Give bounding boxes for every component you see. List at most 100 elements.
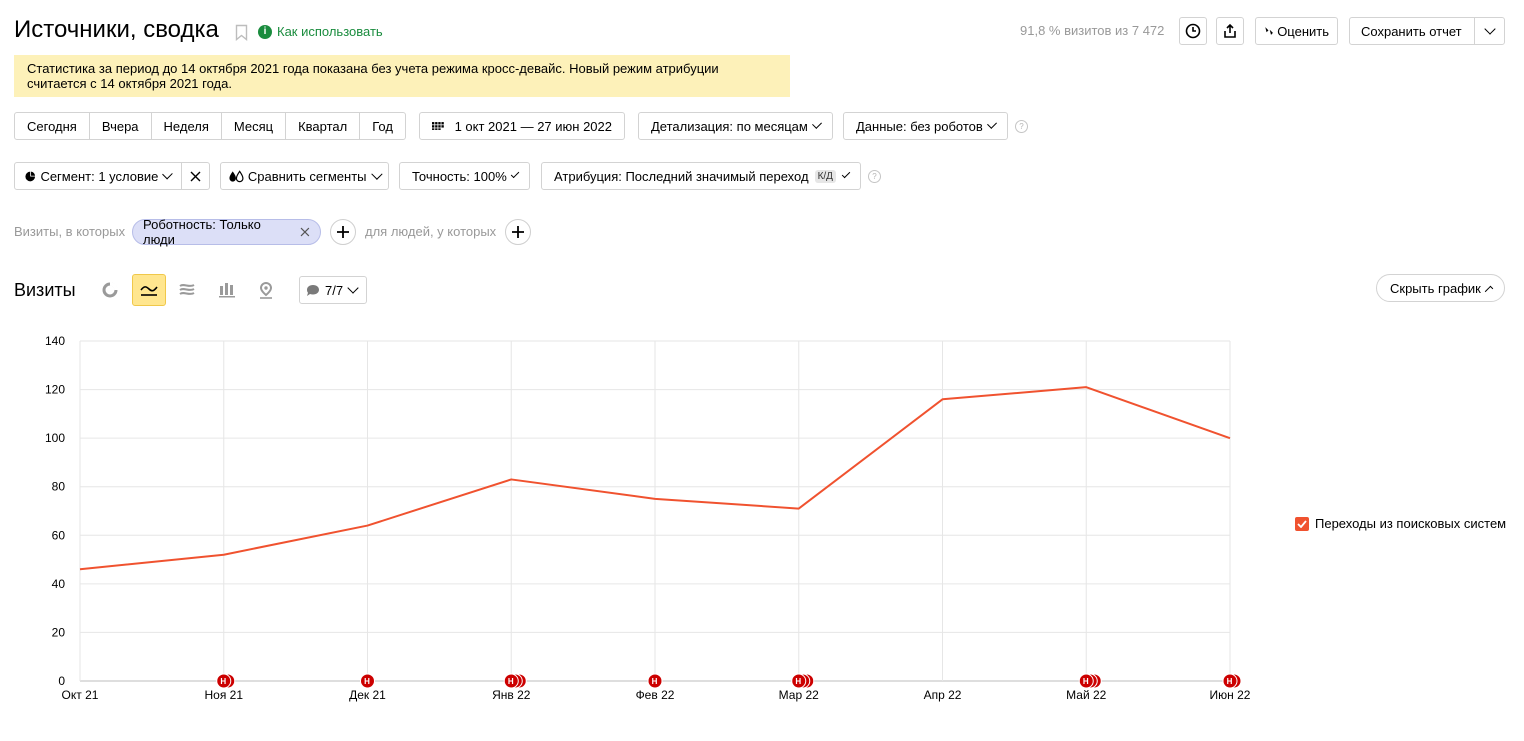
chevron-down-icon (841, 169, 851, 179)
x-tick-label: Июн 22 (1210, 688, 1251, 702)
rate-label: Оценить (1277, 23, 1329, 39)
data-select[interactable]: Данные: без роботов (843, 112, 1008, 140)
x-tick-label: Окт 21 (62, 688, 99, 702)
attribution-select[interactable]: Атрибуция: Последний значимый переход К/… (541, 162, 861, 190)
data-label: Данные: без роботов (856, 118, 983, 134)
chevron-down-icon (986, 118, 997, 130)
date-range-label: 1 окт 2021 — 27 июн 2022 (454, 118, 612, 134)
help-icon[interactable]: ? (868, 170, 881, 183)
annotation-marker-label: Н (1083, 677, 1089, 686)
pie-chart-icon (102, 282, 118, 298)
export-button[interactable] (1216, 17, 1244, 45)
x-tick-label: Фев 22 (636, 688, 675, 702)
tab-yesterday[interactable]: Вчера (90, 113, 152, 139)
chevron-down-icon (347, 282, 359, 294)
chart-type-area-button[interactable] (177, 280, 197, 300)
x-tick-label: Ноя 21 (204, 688, 243, 702)
hide-chart-button[interactable]: Скрыть график (1376, 274, 1505, 302)
save-report-dropdown[interactable] (1474, 17, 1505, 45)
for-people-label: для людей, у которых (365, 224, 497, 239)
hide-chart-label: Скрыть график (1390, 280, 1481, 296)
how-to-use-link[interactable]: i Как использовать (258, 24, 383, 39)
compare-segments-label: Сравнить сегменты (247, 168, 367, 184)
rate-button[interactable]: Оценить (1255, 17, 1338, 45)
pie-icon (25, 171, 36, 181)
y-tick-label: 80 (52, 480, 66, 494)
tab-today[interactable]: Сегодня (15, 113, 90, 139)
chart-type-bar-button[interactable] (217, 280, 237, 300)
save-report-label: Сохранить отчет (1361, 23, 1462, 39)
annotations-label: 7/7 (325, 282, 344, 298)
comment-icon (307, 284, 319, 296)
attribution-label: Атрибуция: Последний значимый переход (554, 168, 809, 184)
accuracy-label: Точность: 100% (412, 168, 507, 184)
detail-select[interactable]: Детализация: по месяцам (638, 112, 833, 140)
period-tabs: Сегодня Вчера Неделя Месяц Квартал Год (14, 112, 406, 140)
annotation-marker-label: Н (795, 677, 801, 686)
checkbox-checked-icon[interactable] (1295, 516, 1309, 531)
notice-line-1: Статистика за период до 14 октября 2021 … (27, 61, 719, 76)
accuracy-select[interactable]: Точность: 100% (399, 162, 530, 190)
annotations-select[interactable]: 7/7 (299, 276, 367, 304)
help-icon[interactable]: ? (1015, 120, 1028, 133)
robot-condition-chip[interactable]: Роботность: Только люди (132, 217, 321, 247)
chevron-down-icon (1483, 23, 1496, 35)
legend-label: Переходы из поисковых систем (1315, 516, 1507, 531)
legend-item[interactable]: Переходы из поисковых систем (1295, 516, 1506, 531)
date-range-button[interactable]: 1 окт 2021 — 27 июн 2022 (419, 112, 625, 140)
bookmark-icon[interactable] (235, 24, 248, 41)
y-tick-label: 120 (45, 383, 65, 397)
annotation-marker-label: Н (508, 677, 514, 686)
annotation-marker-label: Н (364, 677, 370, 686)
add-people-condition-button[interactable] (505, 219, 531, 245)
x-tick-label: Мар 22 (779, 688, 819, 702)
segment-clear-button[interactable] (181, 162, 210, 190)
chevron-down-icon (162, 168, 173, 180)
y-tick-label: 0 (58, 674, 65, 688)
tab-week[interactable]: Неделя (152, 113, 222, 139)
plus-icon (512, 226, 524, 238)
share-icon (1224, 23, 1236, 38)
area-chart-icon (179, 284, 195, 295)
segment-select[interactable]: Сегмент: 1 условие (14, 162, 182, 190)
y-tick-label: 40 (52, 577, 66, 591)
clock-icon (1185, 23, 1201, 39)
tab-year[interactable]: Год (360, 113, 405, 139)
attribution-badge: К/Д (814, 169, 836, 183)
save-report-button[interactable]: Сохранить отчет (1349, 17, 1475, 45)
how-to-use-label: Как использовать (277, 24, 383, 39)
close-icon[interactable] (300, 227, 310, 237)
robot-condition-label: Роботность: Только люди (143, 217, 261, 247)
info-icon: i (258, 24, 272, 39)
map-pin-icon (259, 281, 273, 299)
close-icon (190, 171, 201, 181)
chart-type-line-button[interactable] (132, 274, 166, 306)
rate-icon (1265, 27, 1273, 35)
chart-type-map-button[interactable] (256, 280, 276, 300)
compare-segments-select[interactable]: Сравнить сегменты (220, 162, 389, 190)
notice-line-2: считается с 14 октября 2021 года. (27, 76, 232, 91)
visits-where-label: Визиты, в которых (14, 224, 126, 239)
tab-quarter[interactable]: Квартал (286, 113, 361, 139)
y-tick-label: 140 (45, 334, 65, 348)
y-tick-label: 20 (52, 625, 66, 639)
drops-icon (229, 169, 244, 182)
add-condition-button[interactable] (330, 219, 356, 245)
history-button[interactable] (1179, 17, 1207, 45)
x-tick-label: Дек 21 (349, 688, 386, 702)
y-tick-label: 100 (45, 431, 65, 445)
y-tick-label: 60 (52, 528, 66, 542)
detail-label: Детализация: по месяцам (651, 118, 808, 134)
annotation-marker-label: Н (652, 677, 658, 686)
x-tick-label: Май 22 (1066, 688, 1107, 702)
chart-type-pie-button[interactable] (100, 280, 120, 300)
calendar-icon (432, 122, 444, 130)
tab-month[interactable]: Месяц (222, 113, 287, 139)
chevron-down-icon (510, 169, 520, 179)
visits-line-chart: 0 20 40 60 80 100 120 140 Окт 21 Ноя 21 Дек 21 Янв … (45, 334, 1251, 702)
x-tick-label: Апр 22 (924, 688, 962, 702)
chevron-up-icon (1484, 285, 1494, 295)
plus-icon (337, 226, 349, 238)
attribution-notice: Статистика за период до 14 октября 2021 … (14, 55, 790, 97)
annotation-marker-label: Н (220, 677, 226, 686)
